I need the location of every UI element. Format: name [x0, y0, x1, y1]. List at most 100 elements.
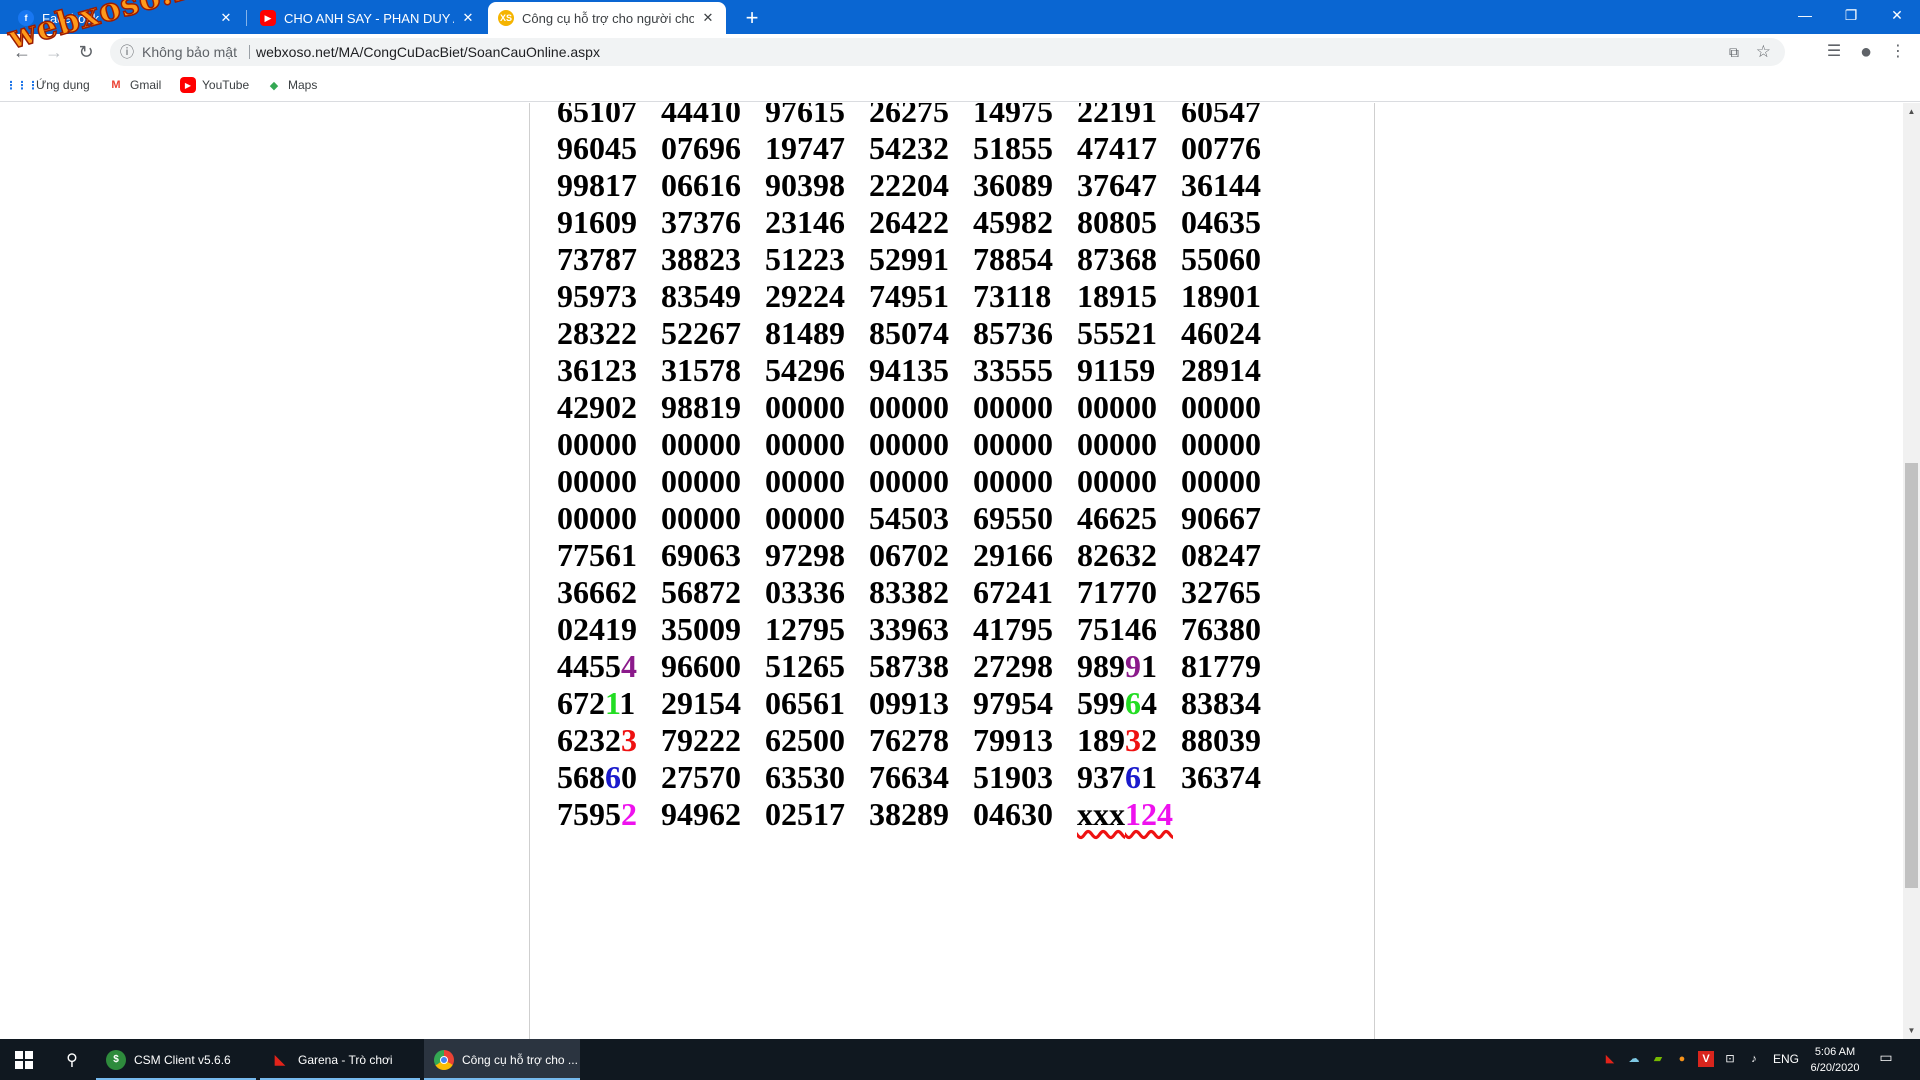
address-bar[interactable]: ⓘ Không bảo mật webxoso.net/MA/CongCuDac… — [110, 38, 1785, 66]
number-cell: 00000 — [973, 426, 1053, 462]
taskbar-search-icon[interactable]: ⚲ — [48, 1039, 96, 1080]
number-cell: 44410 — [661, 103, 741, 129]
number-cell: 33963 — [869, 611, 949, 647]
number-row: 99817 06616 90398 22204 36089 37647 36144 — [557, 167, 1285, 204]
number-cell: 52991 — [869, 241, 949, 277]
number-cell: 76634 — [869, 759, 949, 795]
notification-icon[interactable]: ▭ — [1874, 1049, 1898, 1069]
star-icon[interactable]: ☆ — [1756, 38, 1771, 66]
tab-strip: f Facebook ✕ ▶ CHO ANH SAY - PHAN DUY AN… — [0, 0, 1920, 34]
number-cell: 03336 — [765, 574, 845, 610]
coin-tray-icon[interactable]: ● — [1674, 1051, 1690, 1067]
number-cell: 51903 — [973, 759, 1053, 795]
number-row: 96045 07696 19747 54232 51855 47417 00776 — [557, 130, 1285, 167]
number-cell: 18915 — [1077, 278, 1157, 314]
bookmarks-bar: ⋮⋮⋮ Ứng dụng M Gmail ▶ YouTube ◆ Maps — [0, 70, 1920, 102]
reading-list-icon[interactable]: ☰ — [1820, 38, 1848, 66]
number-row: 62323 79222 62500 76278 79913 18932 88039 — [557, 722, 1285, 759]
number-cell: 22204 — [869, 167, 949, 203]
network-tray-icon[interactable]: ⊡ — [1722, 1051, 1738, 1067]
taskbar-item-label: Garena - Trò chơi — [298, 1052, 393, 1067]
vivaldi-tray-icon[interactable]: V — [1698, 1051, 1714, 1067]
start-button[interactable] — [0, 1039, 48, 1080]
new-tab-button[interactable]: + — [738, 4, 766, 32]
scroll-down-arrow[interactable]: ▼ — [1903, 1022, 1920, 1039]
omnibox-separator — [249, 45, 250, 59]
bookmark-gmail[interactable]: M Gmail — [108, 77, 161, 93]
bookmark-youtube[interactable]: ▶ YouTube — [180, 77, 249, 93]
number-row: 75952 94962 02517 38289 04630 xxx124 — [557, 796, 1285, 833]
tab-youtube-song[interactable]: ▶ CHO ANH SAY - PHAN DUY ANH ✕ — [250, 2, 486, 34]
number-cell: 00000 — [765, 500, 845, 536]
number-cell: 00000 — [869, 426, 949, 462]
number-cell: 98991 — [1077, 648, 1181, 685]
number-cell: 67211 — [557, 685, 661, 722]
highlighted-digit: 2 — [621, 796, 637, 832]
number-cell: 79913 — [973, 722, 1053, 758]
tab-cong-cu[interactable]: XS Công cụ hỗ trợ cho người chơi xổ ✕ — [488, 2, 726, 34]
number-cell: 54232 — [869, 130, 949, 166]
number-cell: 73118 — [973, 278, 1052, 314]
number-cell: 44554 — [557, 648, 661, 685]
number-cell: 19747 — [765, 130, 845, 166]
close-icon[interactable]: ✕ — [700, 10, 716, 26]
bookmark-maps[interactable]: ◆ Maps — [266, 77, 318, 93]
number-row: 67211 29154 06561 09913 97954 59964 83834 — [557, 685, 1285, 722]
highlighted-digit: 1 — [605, 685, 620, 721]
number-cell: 36374 — [1181, 759, 1261, 795]
close-icon[interactable]: ✕ — [218, 10, 234, 26]
scroll-thumb[interactable] — [1905, 463, 1918, 888]
minimize-button[interactable]: — — [1782, 0, 1828, 30]
bookmark-apps[interactable]: ⋮⋮⋮ Ứng dụng — [6, 77, 90, 93]
number-cell: 63530 — [765, 759, 845, 795]
number-cell: 35009 — [661, 611, 741, 647]
number-cell: 83382 — [869, 574, 949, 610]
number-suffix: 2 — [1141, 722, 1157, 758]
number-cell: 73787 — [557, 241, 637, 277]
cast-icon[interactable]: ⧉ — [1729, 38, 1739, 66]
youtube-icon: ▶ — [180, 77, 196, 93]
url-text[interactable]: webxoso.net/MA/CongCuDacBiet/SoanCauOnli… — [256, 38, 600, 66]
nvidia-tray-icon[interactable]: ▰ — [1650, 1051, 1666, 1067]
info-icon[interactable]: ⓘ — [120, 38, 134, 66]
reload-button[interactable]: ↻ — [72, 38, 100, 66]
bookmark-label: Maps — [288, 78, 318, 92]
number-row: 56860 27570 63530 76634 51903 93761 36374 — [557, 759, 1285, 796]
taskbar-item-chrome[interactable]: Công cụ hỗ trợ cho ... — [424, 1039, 580, 1080]
taskbar-item-garena[interactable]: ◣ Garena - Trò chơi — [260, 1039, 420, 1080]
number-prefix: 189 — [1077, 722, 1125, 758]
number-row: 44554 96600 51265 58738 27298 98991 81779 — [557, 648, 1285, 685]
number-cell: 99817 — [557, 167, 637, 203]
number-cell: 07696 — [661, 130, 741, 166]
security-label[interactable]: Không bảo mật — [142, 38, 237, 66]
number-cell: 38289 — [869, 796, 949, 832]
number-row: 95973 83549 29224 74951 73118 18915 18901 — [557, 278, 1285, 315]
number-cell: 97298 — [765, 537, 845, 573]
page-scrollbar[interactable]: ▲ ▼ — [1903, 103, 1920, 1039]
cloud-tray-icon[interactable]: ☁ — [1626, 1051, 1642, 1067]
number-cell: 08247 — [1181, 537, 1261, 573]
number-row: 00000 00000 00000 00000 00000 00000 00000 — [557, 463, 1285, 500]
profile-icon[interactable]: ● — [1852, 38, 1880, 66]
number-cell: 75146 — [1077, 611, 1157, 647]
number-cell: 00000 — [973, 463, 1053, 499]
number-cell: 37647 — [1077, 167, 1157, 203]
number-cell: 31578 — [661, 352, 741, 388]
number-cell: 90667 — [1181, 500, 1261, 536]
number-prefix: 7595 — [557, 796, 621, 832]
system-clock[interactable]: 5:06 AM 6/20/2020 — [1800, 1044, 1870, 1076]
number-cell: 56872 — [661, 574, 741, 610]
close-window-button[interactable]: ✕ — [1874, 0, 1920, 30]
language-indicator[interactable]: ENG — [1773, 1039, 1799, 1080]
volume-tray-icon[interactable]: ♪ — [1746, 1051, 1762, 1067]
scroll-up-arrow[interactable]: ▲ — [1903, 103, 1920, 120]
restore-button[interactable]: ❐ — [1828, 0, 1874, 30]
number-prefix: xxx — [1077, 796, 1125, 832]
number-cell: 95973 — [557, 278, 637, 314]
number-cell: 81779 — [1181, 648, 1261, 684]
taskbar-item-csm[interactable]: $ CSM Client v5.6.6 — [96, 1039, 256, 1080]
close-icon[interactable]: ✕ — [460, 10, 476, 26]
menu-icon[interactable]: ⋮ — [1884, 38, 1912, 66]
number-prefix: 599 — [1077, 685, 1125, 721]
garena-tray-icon[interactable]: ◣ — [1602, 1051, 1618, 1067]
